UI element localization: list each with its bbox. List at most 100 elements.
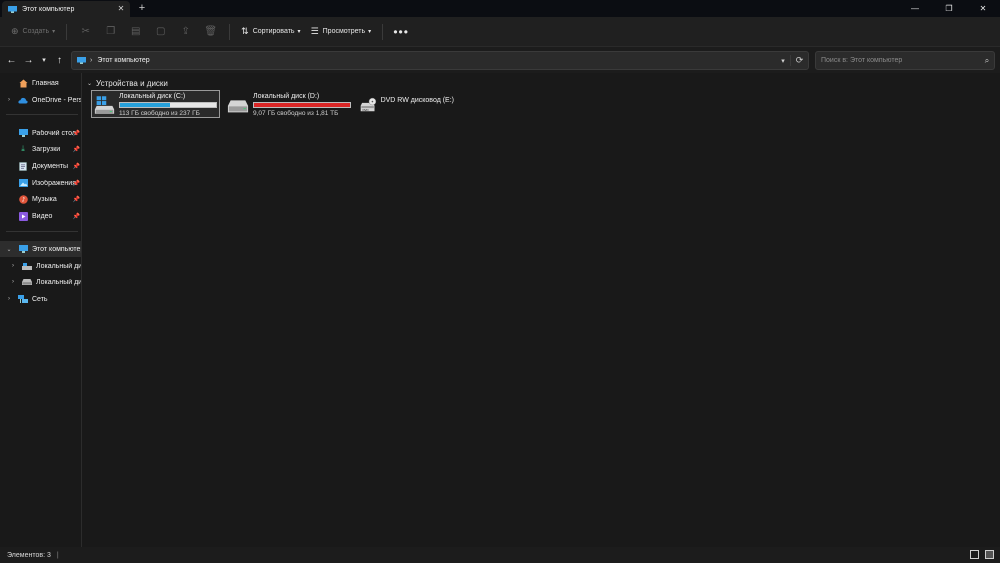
sidebar-item-drive-c[interactable]: › Локальный диск (C:) [0,258,82,274]
copy-icon[interactable]: ❐ [98,22,123,42]
pin-icon[interactable]: 📌 [73,196,80,203]
expand-chevron-icon[interactable]: › [9,263,17,269]
back-arrow-icon[interactable]: ← [3,51,20,69]
plus-circle-icon: ⊕ [11,26,19,36]
sidebar-item-downloads[interactable]: ⤓ Загрузки 📌 [0,141,81,157]
sidebar-item-home[interactable]: Главная [0,75,81,91]
paste-icon[interactable]: ▤ [123,22,148,42]
view-button-label: Просмотреть [322,28,366,35]
pin-icon[interactable]: 📌 [73,163,80,170]
drive-usage-bar [253,102,351,108]
drive-tile-e[interactable]: DVD DVD RW дисковод (E:) [357,90,457,118]
pc-icon [8,5,17,13]
tab-close-icon[interactable]: ✕ [115,4,127,14]
breadcrumb[interactable]: Этот компьютер [97,57,776,64]
navigation-pane: Главная › OneDrive - Personal Рабочий ст… [0,73,82,547]
svg-text:♪: ♪ [21,196,25,203]
delete-icon[interactable]: 🗑 [198,22,223,42]
address-bar[interactable]: › Этот компьютер ▾ ⟳ [71,51,809,70]
drive-name: Локальный диск (D:) [253,93,320,100]
new-button-label: Создать [22,28,50,35]
drive-usage-bar [119,102,217,108]
rename-icon[interactable]: ▢ [148,22,173,42]
expand-chevron-icon[interactable]: › [9,279,17,285]
sidebar-divider [6,231,78,232]
breadcrumb-chevron-icon[interactable]: › [90,57,92,64]
download-icon: ⤓ [21,144,25,153]
close-button[interactable]: ✕ [966,0,1000,17]
group-header-devices[interactable]: ⌄ Устройства и диски [87,79,168,88]
sidebar-item-documents[interactable]: Документы 📌 [0,158,81,174]
drive-free-space: 9,07 ГБ свободно из 1,81 ТБ [253,110,339,117]
cloud-icon [18,95,28,105]
drive-tile-c[interactable]: Локальный диск (C:) 113 ГБ свободно из 2… [91,90,220,118]
image-icon [18,178,28,188]
pin-icon[interactable]: 📌 [73,213,80,220]
drive-tile-d[interactable]: Локальный диск (D:) 9,07 ГБ свободно из … [224,90,354,118]
sidebar-item-desktop[interactable]: Рабочий стол 📌 [0,125,81,141]
windows-drive-icon [94,96,115,114]
content-pane: ⌄ Устройства и диски Локальный диск (C:)… [83,73,1000,547]
collapse-chevron-icon[interactable]: ⌄ [5,246,13,253]
pin-icon[interactable]: 📌 [73,146,80,153]
sidebar-item-videos[interactable]: Видео 📌 [0,208,81,224]
sidebar-item-label: Локальный диск (C:) [36,262,82,270]
group-title: Устройства и диски [96,79,168,88]
up-arrow-icon[interactable]: ↑ [51,51,68,69]
new-button[interactable]: ⊕ Создать ▾ [6,22,60,42]
sort-button[interactable]: ⇅ Сортировать ▾ [236,22,305,42]
minimize-button[interactable]: — [898,0,932,17]
more-options-button[interactable]: ••• [389,25,413,39]
refresh-icon[interactable]: ⟳ [790,55,808,66]
sidebar-item-drive-d[interactable]: › Локальный диск (D:) [0,274,82,290]
tiles-view-icon[interactable] [985,550,994,559]
drive-usage-fill [254,103,350,107]
toolbar-divider [66,23,68,40]
sidebar-item-network[interactable]: › Сеть [0,291,81,307]
forward-arrow-icon[interactable]: → [20,51,37,69]
drive-name: DVD RW дисковод (E:) [380,97,454,104]
drive-usage-fill [120,103,170,107]
details-view-icon[interactable] [970,550,979,559]
address-row: ← → ▾ ↑ › Этот компьютер ▾ ⟳ ⌕ [0,46,1000,73]
chevron-down-icon: ▾ [297,29,301,35]
status-separator: | [56,551,59,559]
sidebar-item-music[interactable]: ♪ Музыка 📌 [0,191,81,207]
home-icon [18,78,28,88]
drive-free-space: 113 ГБ свободно из 237 ГБ [119,110,200,117]
search-icon[interactable]: ⌕ [980,56,994,66]
drive-name: Локальный диск (C:) [119,93,186,100]
share-icon[interactable]: ⇪ [173,22,198,42]
new-tab-button[interactable]: + [136,2,148,14]
sidebar-item-label: Этот компьютер [32,245,82,253]
svg-text:DVD: DVD [362,108,368,112]
expand-chevron-icon[interactable]: › [5,97,13,103]
sidebar-item-this-pc[interactable]: ⌄ Этот компьютер [0,241,82,257]
sidebar-item-onedrive[interactable]: › OneDrive - Personal [0,92,81,108]
view-icon: ☰ [310,26,319,36]
sidebar-item-label: Главная [32,79,59,87]
view-button[interactable]: ☰ Просмотреть ▾ [306,22,377,42]
collapse-chevron-icon[interactable]: ⌄ [87,80,92,87]
pin-icon[interactable]: 📌 [73,130,80,137]
expand-chevron-icon[interactable]: › [5,296,13,302]
sidebar-item-pictures[interactable]: Изображения 📌 [0,175,81,191]
search-input[interactable] [821,57,980,64]
dvd-drive-icon: DVD [360,97,377,112]
video-icon [18,211,28,221]
chevron-down-icon[interactable]: ▾ [776,57,790,65]
maximize-button[interactable]: ❐ [932,0,966,17]
pin-icon[interactable]: 📌 [73,180,80,187]
chevron-down-icon: ▾ [368,29,372,35]
tab-this-pc[interactable]: Этот компьютер ✕ [2,1,130,17]
sort-icon: ⇅ [241,26,249,36]
sidebar-divider [6,114,78,115]
network-icon [18,294,28,304]
chevron-down-icon: ▾ [52,29,56,35]
sidebar-item-label: Локальный диск (D:) [36,278,82,286]
title-bar: Этот компьютер ✕ + — ❐ ✕ [0,0,1000,17]
search-box[interactable]: ⌕ [815,51,995,70]
recent-chevron-icon[interactable]: ▾ [37,51,51,69]
cut-icon[interactable]: ✂ [73,22,98,42]
command-bar: ⊕ Создать ▾ ✂ ❐ ▤ ▢ ⇪ 🗑 ⇅ Сортировать ▾ … [0,17,1000,46]
